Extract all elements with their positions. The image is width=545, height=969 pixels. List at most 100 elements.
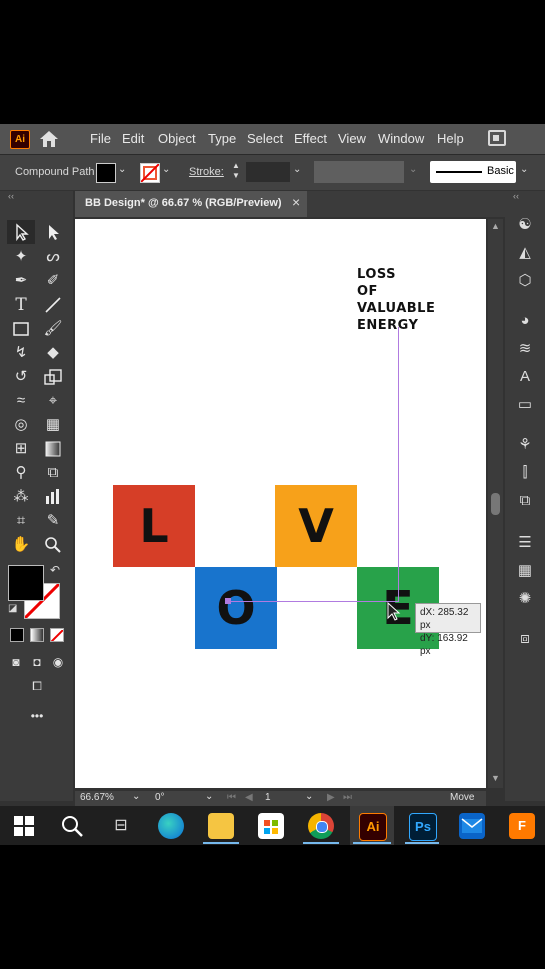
color-panel-icon[interactable]: ◕ bbox=[515, 311, 535, 331]
rectangle-tool-icon[interactable] bbox=[10, 319, 32, 339]
chevron-down-icon[interactable]: ⌄ bbox=[132, 791, 140, 802]
chevron-down-icon[interactable]: ⌄ bbox=[520, 164, 528, 175]
tool-status[interactable]: Move bbox=[450, 792, 474, 803]
fill-swatch[interactable] bbox=[8, 565, 44, 601]
menu-window[interactable]: Window bbox=[378, 131, 424, 146]
brush-definition[interactable]: Basic bbox=[430, 161, 516, 183]
rotate-tool-icon[interactable]: ↺ bbox=[10, 367, 32, 387]
menu-help[interactable]: Help bbox=[437, 131, 464, 146]
properties-panel-icon[interactable]: ◭ bbox=[515, 243, 535, 263]
free-transform-tool-icon[interactable]: ⌖ bbox=[42, 391, 64, 411]
libraries-panel-icon[interactable]: ⚘ bbox=[515, 435, 535, 455]
artboard-nav-next-icon[interactable]: ▶ bbox=[327, 792, 335, 803]
scrollbar-thumb[interactable] bbox=[491, 493, 500, 515]
symbol-sprayer-tool-icon[interactable]: ⁂ bbox=[10, 487, 32, 507]
photoshop-taskbar-icon[interactable]: Ps bbox=[409, 813, 437, 841]
appearance-panel-icon[interactable]: ☯ bbox=[515, 215, 535, 235]
magic-wand-icon[interactable]: ✦ bbox=[10, 247, 32, 267]
shape-builder-tool-icon[interactable]: ◎ bbox=[10, 415, 32, 435]
gradient-panel-icon[interactable]: ▭ bbox=[515, 395, 535, 415]
vertical-scrollbar[interactable]: ▲ ▼ bbox=[488, 219, 503, 788]
draw-normal-icon[interactable]: ◙ bbox=[5, 652, 27, 672]
curvature-tool-icon[interactable]: ✐ bbox=[42, 271, 64, 291]
swatches-panel-icon[interactable]: ▦ bbox=[515, 561, 535, 581]
selection-tool-icon[interactable] bbox=[10, 222, 32, 242]
edit-toolbar-icon[interactable]: ••• bbox=[26, 706, 48, 726]
menu-object[interactable]: Object bbox=[158, 131, 196, 146]
layers-panel-icon[interactable]: ≋ bbox=[515, 339, 535, 359]
collapse-panel-icon[interactable]: ‹‹ bbox=[8, 191, 14, 201]
mail-app-icon[interactable] bbox=[459, 813, 485, 839]
collapse-dock-icon[interactable]: ‹‹ bbox=[513, 191, 519, 201]
scale-tool-icon[interactable] bbox=[42, 367, 64, 387]
chevron-down-icon[interactable]: ⌄ bbox=[118, 164, 126, 175]
app-f-icon[interactable]: F bbox=[509, 813, 535, 839]
screen-mode-icon[interactable]: ⧠ bbox=[26, 676, 48, 696]
chevron-down-icon[interactable]: ⌄ bbox=[205, 791, 213, 802]
stroke-label[interactable]: Stroke: bbox=[189, 166, 224, 178]
scroll-down-icon[interactable]: ▼ bbox=[491, 773, 500, 783]
tile-o[interactable]: O bbox=[195, 567, 277, 649]
type-tool-icon[interactable]: T bbox=[10, 295, 32, 315]
shaper-tool-icon[interactable]: ↯ bbox=[10, 343, 32, 363]
tile-v[interactable]: V bbox=[275, 485, 357, 567]
gradient-tool-icon[interactable] bbox=[42, 439, 64, 459]
swap-fill-stroke-icon[interactable]: ↶ bbox=[50, 563, 60, 577]
variable-width-profile[interactable] bbox=[314, 161, 404, 183]
home-icon[interactable] bbox=[38, 129, 60, 149]
artboard-tool-icon[interactable]: ⌗ bbox=[10, 511, 32, 531]
perspective-grid-tool-icon[interactable]: ▦ bbox=[42, 415, 64, 435]
width-tool-icon[interactable]: ≈ bbox=[10, 391, 32, 411]
document-tab[interactable]: BB Design* @ 66.67 % (RGB/Preview) × bbox=[75, 191, 307, 217]
artboard-nav-last-icon[interactable]: ⏭ bbox=[343, 792, 352, 803]
character-panel-icon[interactable]: A bbox=[515, 367, 535, 387]
eyedropper-tool-icon[interactable]: ⚲ bbox=[10, 463, 32, 483]
artboard-nav-prev-icon[interactable]: ◀ bbox=[245, 792, 253, 803]
zoom-level[interactable]: 66.67% bbox=[80, 792, 114, 803]
eraser-tool-icon[interactable]: ◆ bbox=[42, 343, 64, 363]
microsoft-store-icon[interactable] bbox=[258, 813, 284, 839]
artboard-number[interactable]: 1 bbox=[265, 792, 271, 803]
direct-selection-tool-icon[interactable] bbox=[42, 222, 64, 242]
line-tool-icon[interactable] bbox=[42, 295, 64, 315]
menu-view[interactable]: View bbox=[338, 131, 366, 146]
paragraph-panel-icon[interactable]: ☰ bbox=[515, 533, 535, 553]
chevron-down-icon[interactable]: ⌄ bbox=[409, 164, 417, 175]
chevron-down-icon[interactable]: ⌄ bbox=[162, 164, 170, 175]
menu-select[interactable]: Select bbox=[247, 131, 283, 146]
illustrator-taskbar-icon[interactable]: Ai bbox=[359, 813, 387, 841]
fill-color-swatch[interactable] bbox=[96, 163, 116, 183]
mesh-tool-icon[interactable]: ⊞ bbox=[10, 439, 32, 459]
search-icon[interactable] bbox=[60, 814, 84, 838]
zoom-tool-icon[interactable] bbox=[42, 535, 64, 555]
blend-tool-icon[interactable]: ⧉ bbox=[42, 463, 64, 483]
tile-l[interactable]: L bbox=[113, 485, 195, 567]
hand-tool-icon[interactable]: ✋ bbox=[10, 535, 32, 555]
artboard[interactable]: LOSS OF VALUABLE ENERGY L O V E dX: 285.… bbox=[75, 219, 486, 788]
menu-type[interactable]: Type bbox=[208, 131, 236, 146]
chrome-browser-icon[interactable] bbox=[308, 813, 334, 839]
close-tab-icon[interactable]: × bbox=[292, 194, 300, 210]
menu-file[interactable]: File bbox=[90, 131, 111, 146]
menu-effect[interactable]: Effect bbox=[294, 131, 327, 146]
arrange-documents-icon[interactable] bbox=[488, 130, 506, 146]
pathfinder-panel-icon[interactable]: ⧉ bbox=[515, 491, 535, 511]
lasso-tool-icon[interactable]: ᔕ bbox=[42, 247, 64, 267]
align-panel-icon[interactable]: ⫿ bbox=[515, 463, 535, 483]
draw-inside-icon[interactable]: ◉ bbox=[47, 652, 69, 672]
stroke-weight-stepper[interactable]: ▲ ▼ bbox=[229, 161, 243, 183]
3d-panel-icon[interactable]: ⬡ bbox=[515, 271, 535, 291]
poster-heading[interactable]: LOSS OF VALUABLE ENERGY bbox=[357, 266, 435, 334]
stroke-weight-field[interactable] bbox=[246, 162, 290, 182]
paintbrush-tool-icon[interactable]: 🖌 bbox=[42, 319, 64, 339]
scroll-up-icon[interactable]: ▲ bbox=[491, 221, 500, 231]
pen-tool-icon[interactable]: ✒ bbox=[10, 271, 32, 291]
gradient-mode-button[interactable] bbox=[30, 628, 44, 642]
edge-browser-icon[interactable] bbox=[158, 813, 184, 839]
chevron-down-icon[interactable]: ⌄ bbox=[305, 791, 313, 802]
ai-app-icon[interactable]: Ai bbox=[10, 130, 30, 149]
draw-behind-icon[interactable]: ◘ bbox=[26, 652, 48, 672]
symbols-panel-icon[interactable]: ✺ bbox=[515, 589, 535, 609]
color-mode-button[interactable] bbox=[10, 628, 24, 642]
menu-edit[interactable]: Edit bbox=[122, 131, 144, 146]
